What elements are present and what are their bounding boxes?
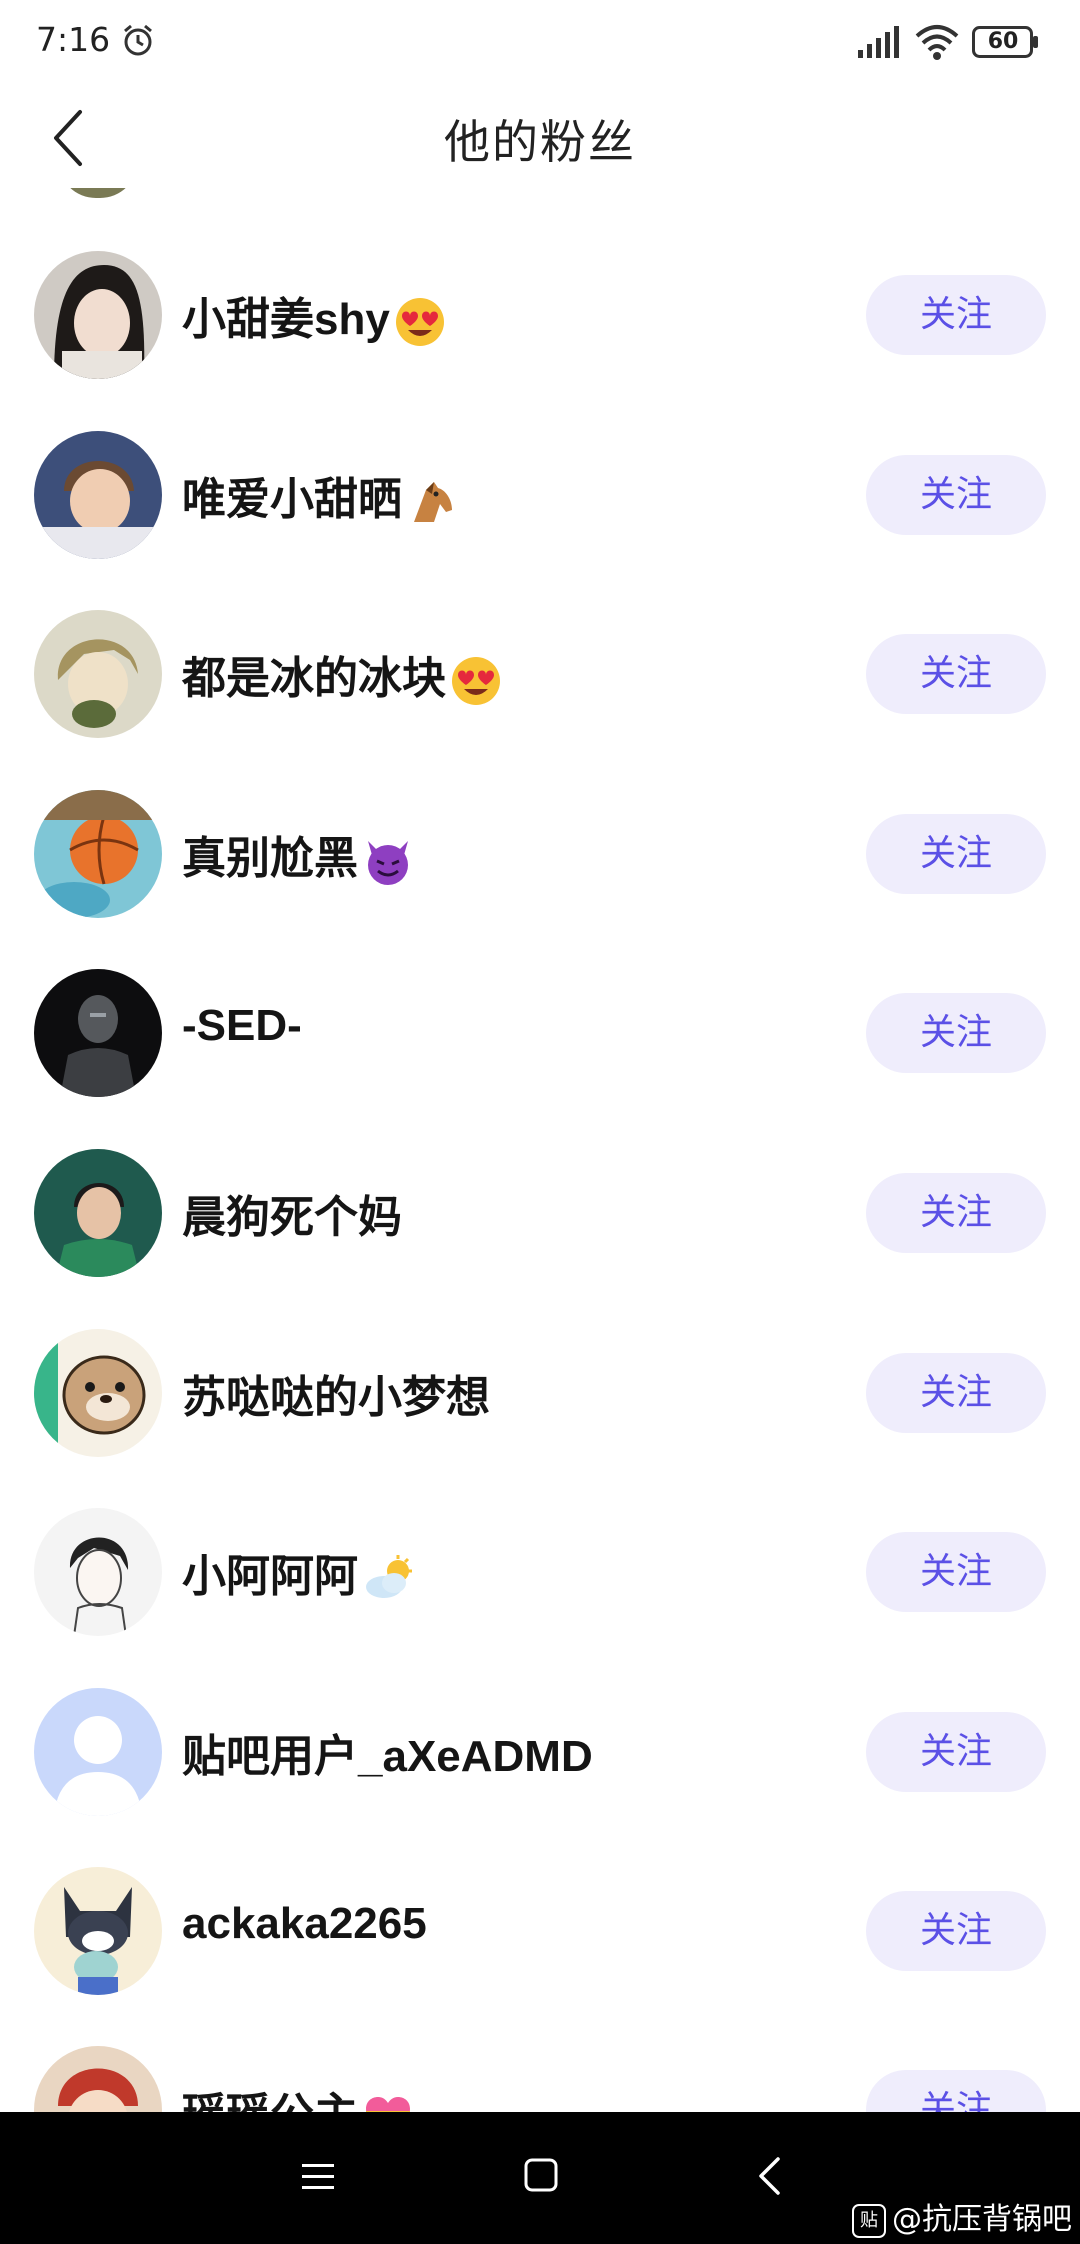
- fan-name[interactable]: 真别尬黑: [182, 822, 414, 887]
- follow-button[interactable]: 关注: [866, 275, 1046, 355]
- page-title: 他的粉丝: [444, 115, 636, 169]
- battery-indicator: 60: [972, 26, 1040, 58]
- heart-eyes-emoji-icon: [395, 298, 444, 347]
- avatar[interactable]: [34, 1329, 162, 1457]
- top-app-bar: 他的粉丝: [0, 84, 1080, 188]
- fan-name[interactable]: 小甜姜shy: [182, 283, 446, 348]
- fan-row[interactable]: ackaka2265 关注: [0, 1841, 1080, 2021]
- wifi-icon: [915, 25, 959, 60]
- tieba-logo-icon: 贴: [852, 2203, 886, 2238]
- heart-emoji-icon: [366, 2097, 410, 2112]
- follow-button[interactable]: 关注: [866, 1173, 1046, 1253]
- avatar[interactable]: [34, 790, 162, 918]
- follow-button[interactable]: 关注: [866, 993, 1046, 1073]
- watermark-text: @抗压背锅吧: [892, 2202, 1072, 2237]
- fan-row[interactable]: 苏哒哒的小梦想 关注: [0, 1303, 1080, 1483]
- avatar[interactable]: [34, 610, 162, 738]
- follow-button[interactable]: 关注: [866, 634, 1046, 714]
- fan-row[interactable]: 小甜姜shy 关注: [0, 225, 1080, 405]
- follow-button[interactable]: 关注: [866, 2070, 1046, 2112]
- fan-row[interactable]: 唯爱小甜晒 关注: [0, 405, 1080, 585]
- battery-level: 60: [987, 29, 1019, 54]
- fan-row[interactable]: -SED- 关注: [0, 943, 1080, 1123]
- follow-button[interactable]: 关注: [866, 455, 1046, 535]
- follow-button[interactable]: 关注: [866, 1891, 1046, 1971]
- watermark: 贴 @抗压背锅吧: [852, 2194, 1072, 2238]
- fan-name[interactable]: 瑶瑶公主: [182, 2078, 414, 2112]
- fan-name[interactable]: 小阿阿阿: [182, 1540, 416, 1605]
- recent-apps-button[interactable]: [300, 2162, 336, 2192]
- fan-row[interactable]: 晨狗死个妈 关注: [0, 1123, 1080, 1303]
- fans-list[interactable]: 小甜姜shy 关注 唯爱小甜晒 关注 都是冰的冰块 关注 真别尬黑 关注 -SE…: [0, 0, 1080, 2112]
- avatar[interactable]: [34, 1508, 162, 1636]
- fan-name[interactable]: 唯爱小甜晒: [182, 463, 458, 528]
- fan-name[interactable]: 都是冰的冰块: [182, 642, 502, 707]
- default-avatar[interactable]: [34, 1688, 162, 1816]
- fan-name[interactable]: -SED-: [182, 1001, 302, 1051]
- fan-row[interactable]: 瑶瑶公主 关注: [0, 2020, 1080, 2112]
- fan-name[interactable]: ackaka2265: [182, 1899, 427, 1949]
- follow-button[interactable]: 关注: [866, 814, 1046, 894]
- fan-name[interactable]: 贴吧用户_aXeADMD: [182, 1720, 593, 1784]
- fan-row[interactable]: 都是冰的冰块 关注: [0, 584, 1080, 764]
- fan-name[interactable]: 晨狗死个妈: [182, 1181, 402, 1245]
- avatar[interactable]: [34, 251, 162, 379]
- fan-row[interactable]: 贴吧用户_aXeADMD 关注: [0, 1662, 1080, 1842]
- horse-emoji-icon: [414, 482, 452, 523]
- alarm-clock-icon: [124, 24, 152, 56]
- avatar[interactable]: [34, 431, 162, 559]
- follow-button[interactable]: 关注: [866, 1532, 1046, 1612]
- avatar[interactable]: [34, 1149, 162, 1277]
- home-button[interactable]: [524, 2158, 558, 2192]
- avatar[interactable]: [34, 969, 162, 1097]
- status-time: 7:16: [36, 20, 111, 59]
- fan-row[interactable]: 真别尬黑 关注: [0, 764, 1080, 944]
- status-bar: 7:16 60: [0, 0, 1080, 84]
- avatar[interactable]: [34, 1867, 162, 1995]
- signal-strength-icon: [858, 26, 899, 58]
- devil-emoji-icon: [368, 841, 408, 886]
- fan-name[interactable]: 苏哒哒的小梦想: [182, 1361, 490, 1425]
- heart-eyes-emoji-icon: [452, 657, 500, 706]
- follow-button[interactable]: 关注: [866, 1712, 1046, 1792]
- sun-cloud-emoji-icon: [366, 1555, 412, 1599]
- follow-button[interactable]: 关注: [866, 1353, 1046, 1433]
- avatar[interactable]: [34, 2046, 162, 2112]
- fan-row[interactable]: 小阿阿阿 关注: [0, 1482, 1080, 1662]
- system-navigation-bar: 贴 @抗压背锅吧: [0, 2112, 1080, 2244]
- system-back-button[interactable]: [756, 2156, 782, 2196]
